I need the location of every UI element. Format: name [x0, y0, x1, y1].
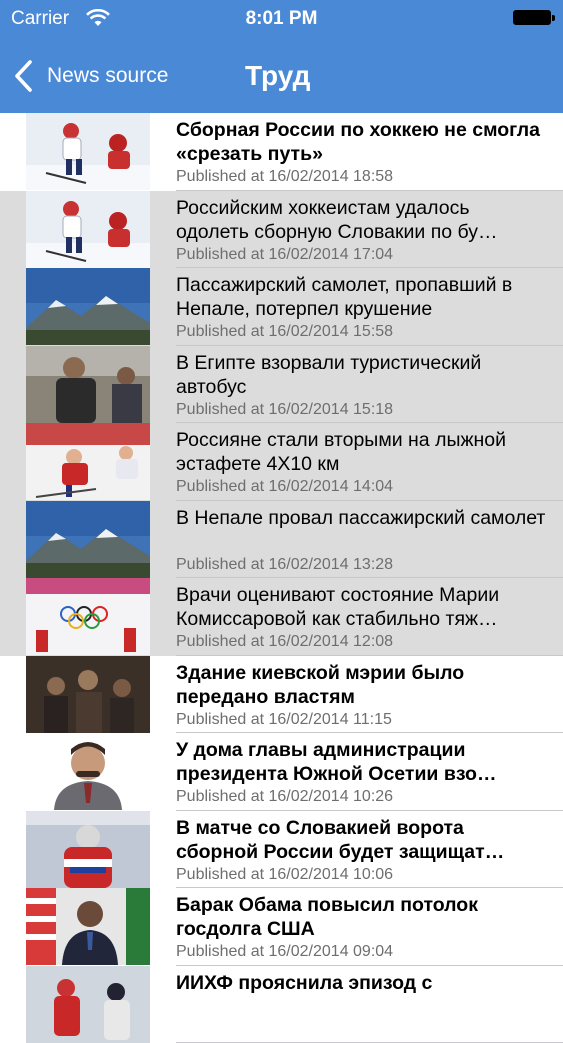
- news-thumbnail-hockey: [26, 113, 150, 190]
- news-row[interactable]: В Непале провал пассажирский самолет Publ…: [0, 501, 563, 579]
- news-row[interactable]: Сборная России по хоккею не смогла «срез…: [0, 113, 563, 191]
- news-title: В Египте взорвали туристический автобус: [176, 351, 546, 399]
- news-thumbnail-goalie: [26, 811, 150, 888]
- news-row[interactable]: Пассажирский самолет, пропавший в Непале…: [0, 268, 563, 346]
- news-row[interactable]: В матче со Словакией ворота сборной Росс…: [0, 811, 563, 889]
- news-thumbnail-crowd: [26, 656, 150, 733]
- news-title: Врачи оценивают состояние Марии Комиссар…: [176, 583, 546, 631]
- status-bar: Carrier 8:01 PM: [0, 0, 563, 38]
- news-row[interactable]: Здание киевской мэрии было передано влас…: [0, 656, 563, 734]
- news-thumbnail-olympics: [26, 578, 150, 655]
- news-date: Published at 16/02/2014 13:28: [176, 556, 393, 574]
- news-row[interactable]: Врачи оценивают состояние Марии Комиссар…: [0, 578, 563, 656]
- news-title: ИИХФ прояснила эпизод с: [176, 971, 546, 995]
- news-date: Published at 16/02/2014 17:04: [176, 246, 393, 264]
- news-row[interactable]: У дома главы администрации президента Юж…: [0, 733, 563, 811]
- news-thumbnail-mountains: [26, 501, 150, 578]
- news-title: Здание киевской мэрии было передано влас…: [176, 661, 546, 709]
- news-title: У дома главы администрации президента Юж…: [176, 738, 546, 786]
- news-date: Published at 16/02/2014 11:15: [176, 711, 392, 729]
- navigation-bar: Carrier 8:01 PM News source Труд: [0, 0, 563, 113]
- news-date: Published at 16/02/2014 15:58: [176, 323, 393, 341]
- news-title: Россияне стали вторыми на лыжной эстафет…: [176, 428, 546, 476]
- news-row[interactable]: Российским хоккеистам удалось одолеть сб…: [0, 191, 563, 269]
- news-title: Сборная России по хоккею не смогла «срез…: [176, 118, 546, 166]
- news-title: Российским хоккеистам удалось одолеть сб…: [176, 196, 546, 244]
- news-thumbnail-people: [26, 346, 150, 423]
- news-thumbnail-obama: [26, 888, 150, 965]
- news-title: В Непале провал пассажирский самолет: [176, 506, 546, 530]
- news-date: Published at 16/02/2014 09:04: [176, 943, 393, 961]
- news-thumbnail-hockey_red: [26, 966, 150, 1043]
- news-title: Барак Обама повысил потолок госдолга США: [176, 893, 546, 941]
- news-thumbnail-hockey: [26, 191, 150, 268]
- battery-tip: [552, 15, 555, 21]
- news-thumbnail-portrait: [26, 733, 150, 810]
- news-thumbnail-skiing: [26, 423, 150, 500]
- news-date: Published at 16/02/2014 10:06: [176, 866, 393, 884]
- news-row[interactable]: ИИХФ прояснила эпизод с: [0, 966, 563, 1043]
- news-list[interactable]: Сборная России по хоккею не смогла «срез…: [0, 113, 563, 1043]
- news-row[interactable]: Россияне стали вторыми на лыжной эстафет…: [0, 423, 563, 501]
- back-button[interactable]: News source: [13, 58, 168, 94]
- chevron-left-icon: [13, 59, 33, 93]
- news-date: Published at 16/02/2014 10:26: [176, 788, 393, 806]
- news-date: Published at 16/02/2014 14:04: [176, 478, 393, 496]
- news-row[interactable]: В Египте взорвали туристический автобус P…: [0, 346, 563, 424]
- back-button-label: News source: [47, 64, 168, 88]
- clock: 8:01 PM: [0, 8, 563, 30]
- news-title: Пассажирский самолет, пропавший в Непале…: [176, 273, 546, 321]
- news-row[interactable]: Барак Обама повысил потолок госдолга США…: [0, 888, 563, 966]
- news-date: Published at 16/02/2014 18:58: [176, 168, 393, 186]
- page-title: Труд: [245, 60, 310, 92]
- news-date: Published at 16/02/2014 12:08: [176, 633, 393, 651]
- battery-icon: [513, 10, 551, 25]
- news-thumbnail-mountains: [26, 268, 150, 345]
- news-title: В матче со Словакией ворота сборной Росс…: [176, 816, 546, 864]
- news-date: Published at 16/02/2014 15:18: [176, 401, 393, 419]
